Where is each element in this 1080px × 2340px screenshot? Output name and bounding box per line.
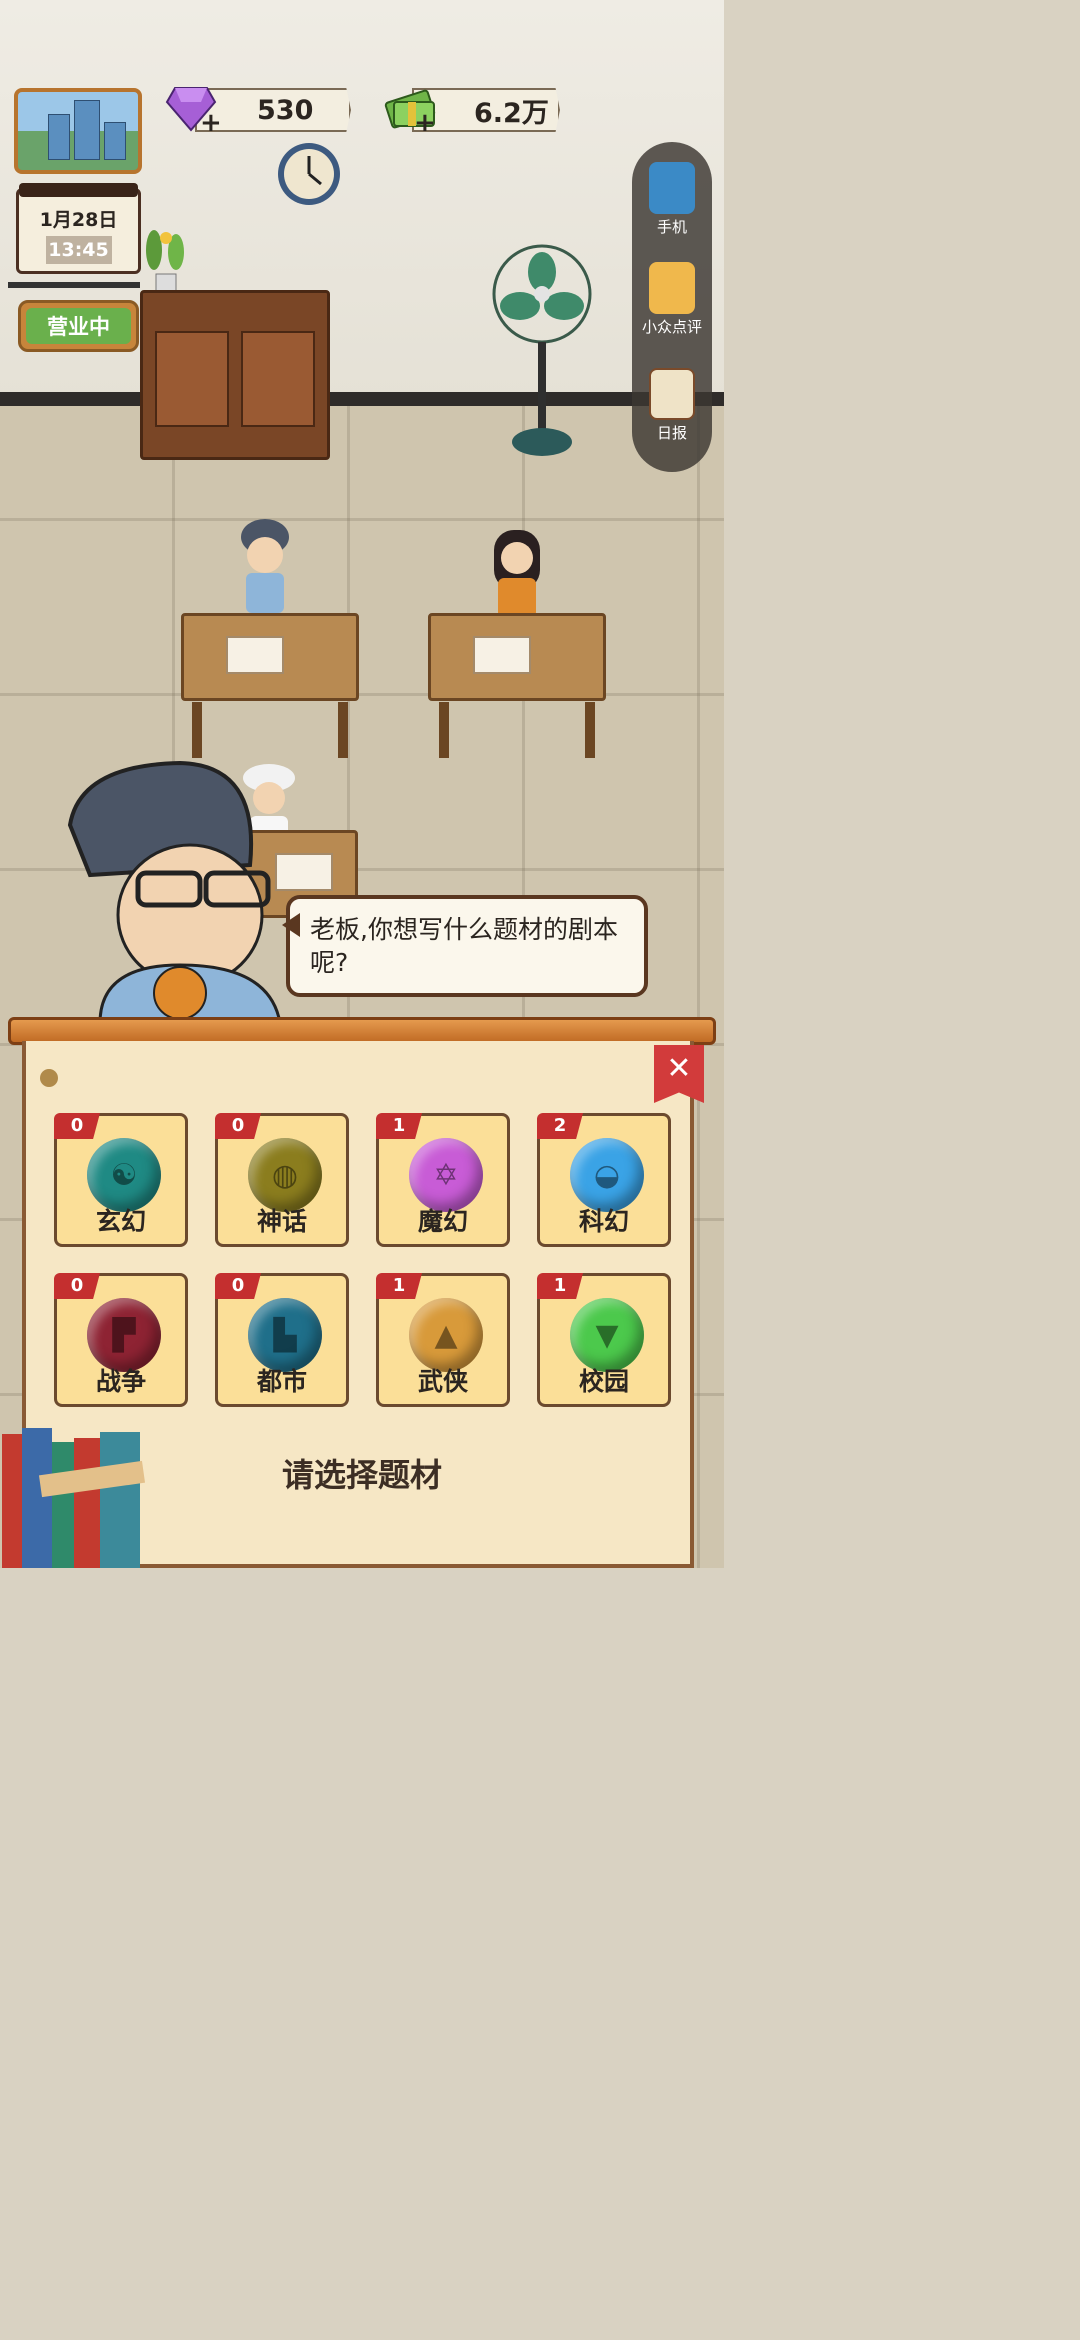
desk-leg: [192, 702, 202, 758]
writing-desk[interactable]: [428, 613, 606, 758]
side-menu: 手机 小众点评 日报: [632, 142, 712, 472]
calendar-rings: [19, 183, 138, 197]
genre-card-zhanzheng[interactable]: ▛ 0 战争: [54, 1273, 188, 1407]
review-icon: [649, 262, 695, 314]
cabinet: [140, 290, 330, 460]
writer-portrait: [67, 760, 282, 1023]
desk-leg: [439, 702, 449, 758]
wall-clock-icon: [278, 143, 340, 205]
dialog-text: 老板,你想写什么题材的剧本呢?: [310, 915, 618, 977]
genre-count-badge: 0: [54, 1273, 100, 1299]
genre-name: 战争: [95, 1367, 146, 1396]
pistol-icon: ▛: [87, 1298, 161, 1372]
genre-count-badge: 1: [537, 1273, 583, 1299]
genre-name: 魔幻: [417, 1207, 468, 1236]
cash-amount: 6.2万: [474, 97, 549, 129]
phone-menu-item[interactable]: 手机: [632, 162, 712, 237]
genre-name: 校园: [578, 1367, 629, 1396]
genre-name: 科幻: [578, 1207, 629, 1236]
wall-trim: [0, 392, 724, 406]
writer-character[interactable]: [232, 515, 298, 615]
desk-leg: [338, 702, 348, 758]
meditation-icon: ☯: [87, 1138, 161, 1212]
report-menu-item[interactable]: 日报: [632, 368, 712, 443]
review-label: 小众点评: [641, 318, 702, 336]
panel-stud: [40, 1069, 58, 1087]
genre-count-badge: 0: [215, 1273, 261, 1299]
city-icon: ▙: [248, 1298, 322, 1372]
building-icon: [48, 114, 70, 160]
add-gems-icon[interactable]: +: [200, 108, 222, 138]
open-sign-button[interactable]: 营业中: [18, 300, 139, 352]
writer-character[interactable]: [484, 520, 550, 620]
uniform-icon: ▼: [570, 1298, 644, 1372]
open-book-icon: [473, 636, 531, 674]
bookshelf-icon: [2, 1428, 146, 1568]
writing-desk[interactable]: [181, 613, 359, 758]
close-icon: ✕: [666, 1051, 692, 1086]
add-cash-icon[interactable]: +: [414, 108, 436, 138]
genre-count-badge: 0: [215, 1113, 261, 1139]
genre-card-xuanhuan[interactable]: ☯ 0 玄幻: [54, 1113, 188, 1247]
desk-leg: [585, 702, 595, 758]
genre-count-badge: 1: [376, 1113, 422, 1139]
game-scene: 530 + 6.2万 + 1月28日 13:45 营业中 手机 小众点评 日报 …: [0, 0, 724, 1568]
genre-card-shenhua[interactable]: ◍ 0 神话: [215, 1113, 349, 1247]
plant-icon: [146, 230, 184, 295]
genre-card-xiaoyuan[interactable]: ▼ 1 校园: [537, 1273, 671, 1407]
genre-card-wuxia[interactable]: ▲ 1 武侠: [376, 1273, 510, 1407]
review-menu-item[interactable]: 小众点评: [632, 262, 712, 337]
select-genre-prompt: 请选择题材: [281, 1456, 442, 1494]
genre-name: 武侠: [417, 1367, 468, 1396]
genre-count-badge: 0: [54, 1113, 100, 1139]
calendar-time: 13:45: [45, 236, 112, 264]
cabinet-door: [155, 331, 229, 427]
genre-name: 都市: [256, 1367, 307, 1396]
hexagram-icon: ✡: [409, 1138, 483, 1212]
cabinet-door: [241, 331, 315, 427]
dialog-bubble: 老板,你想写什么题材的剧本呢?: [282, 895, 648, 997]
electric-fan-icon: [492, 244, 592, 456]
genre-card-kehuan[interactable]: ◒ 2 科幻: [537, 1113, 671, 1247]
open-sign-label: 营业中: [26, 308, 131, 344]
genre-card-dushi[interactable]: ▙ 0 都市: [215, 1273, 349, 1407]
genre-count-badge: 1: [376, 1273, 422, 1299]
building-icon: [104, 122, 126, 160]
genre-name: 玄幻: [95, 1207, 146, 1236]
bamboo-hat-icon: ▲: [409, 1298, 483, 1372]
phone-label: 手机: [656, 218, 687, 236]
calendar-widget: 1月28日 13:45: [16, 183, 141, 274]
planet-icon: ◍: [248, 1138, 322, 1212]
calendar-date: 1月28日: [39, 209, 118, 231]
building-icon: [74, 100, 100, 160]
sign-bracket: [8, 282, 140, 288]
genre-card-mohuan[interactable]: ✡ 1 魔幻: [376, 1113, 510, 1247]
open-book-icon: [226, 636, 284, 674]
gem-count: 530: [257, 94, 314, 126]
report-label: 日报: [656, 424, 687, 442]
phone-icon: [649, 162, 695, 214]
genre-name: 神话: [256, 1207, 307, 1236]
report-icon: [649, 368, 695, 420]
genre-count-badge: 2: [537, 1113, 583, 1139]
ufo-icon: ◒: [570, 1138, 644, 1212]
building-thumbnail-button[interactable]: [14, 88, 142, 174]
